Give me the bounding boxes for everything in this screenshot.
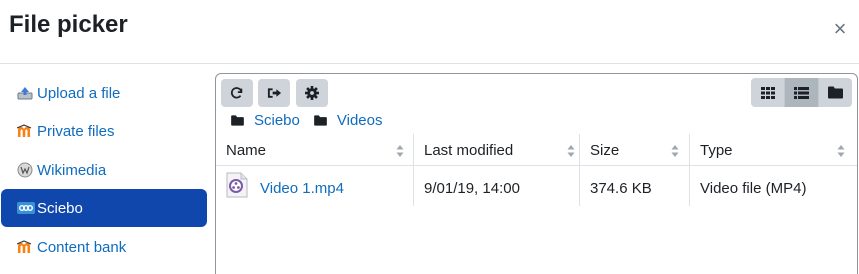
refresh-icon	[230, 87, 243, 99]
breadcrumb-sciebo[interactable]: Sciebo	[254, 112, 300, 129]
sort-icon[interactable]	[567, 144, 575, 158]
moodle-icon	[17, 123, 37, 139]
sort-icon[interactable]	[396, 144, 404, 158]
view-icons-button[interactable]	[751, 78, 785, 107]
column-header-last-modified[interactable]: Last modified	[424, 134, 513, 166]
upload-icon	[17, 85, 37, 101]
view-tree-button[interactable]	[819, 78, 852, 107]
grid-icon	[760, 86, 775, 99]
column-header-size[interactable]: Size	[590, 134, 619, 166]
repo-label: Sciebo	[37, 199, 83, 217]
dialog-header: File picker ×	[0, 0, 859, 64]
repo-content-bank[interactable]: Content bank	[1, 228, 207, 266]
moodle-icon	[17, 239, 37, 255]
repo-sciebo[interactable]: Sciebo	[1, 189, 207, 227]
file-browser-panel: Sciebo Videos Name Last modified Size Ty…	[215, 73, 858, 274]
nextcloud-icon	[17, 200, 37, 216]
refresh-button[interactable]	[221, 79, 253, 107]
file-modified: 9/01/19, 14:00	[424, 179, 520, 197]
file-name-link[interactable]: Video 1.mp4	[260, 180, 344, 197]
logout-icon	[267, 88, 281, 98]
file-size: 374.6 KB	[590, 179, 652, 197]
column-header-type[interactable]: Type	[700, 134, 733, 166]
view-mode-group	[751, 78, 852, 108]
breadcrumb: Sciebo Videos	[231, 110, 396, 130]
folder-icon	[314, 114, 327, 126]
folder-icon	[828, 86, 843, 99]
breadcrumb-videos[interactable]: Videos	[337, 112, 383, 129]
wikimedia-icon	[17, 162, 37, 178]
view-list-button[interactable]	[785, 78, 819, 107]
file-cell: Video 1.mp4	[226, 168, 344, 208]
folder-icon	[231, 114, 244, 126]
repo-label: Content bank	[37, 238, 127, 256]
repo-upload-a-file[interactable]: Upload a file	[1, 74, 207, 112]
table-header: Name Last modified Size Type	[216, 134, 857, 166]
file-type: Video file (MP4)	[700, 179, 807, 197]
sort-icon[interactable]	[671, 144, 679, 158]
repo-private-files[interactable]: Private files	[1, 112, 207, 150]
column-header-name[interactable]: Name	[226, 134, 266, 166]
repo-wikimedia[interactable]: Wikimedia	[1, 151, 207, 189]
sort-icon[interactable]	[837, 144, 845, 158]
repo-label: Wikimedia	[37, 161, 107, 179]
dialog-title: File picker	[9, 11, 128, 38]
repo-label: Upload a file	[37, 84, 121, 102]
close-icon[interactable]: ×	[831, 17, 849, 41]
settings-button[interactable]	[296, 79, 328, 107]
repo-label: Private files	[37, 122, 115, 140]
gear-icon	[305, 86, 319, 100]
logout-button[interactable]	[258, 79, 290, 107]
table-row[interactable]: Video 1.mp4 9/01/19, 14:00 374.6 KB Vide…	[216, 168, 857, 208]
list-icon	[794, 86, 809, 99]
video-file-icon	[226, 172, 248, 198]
